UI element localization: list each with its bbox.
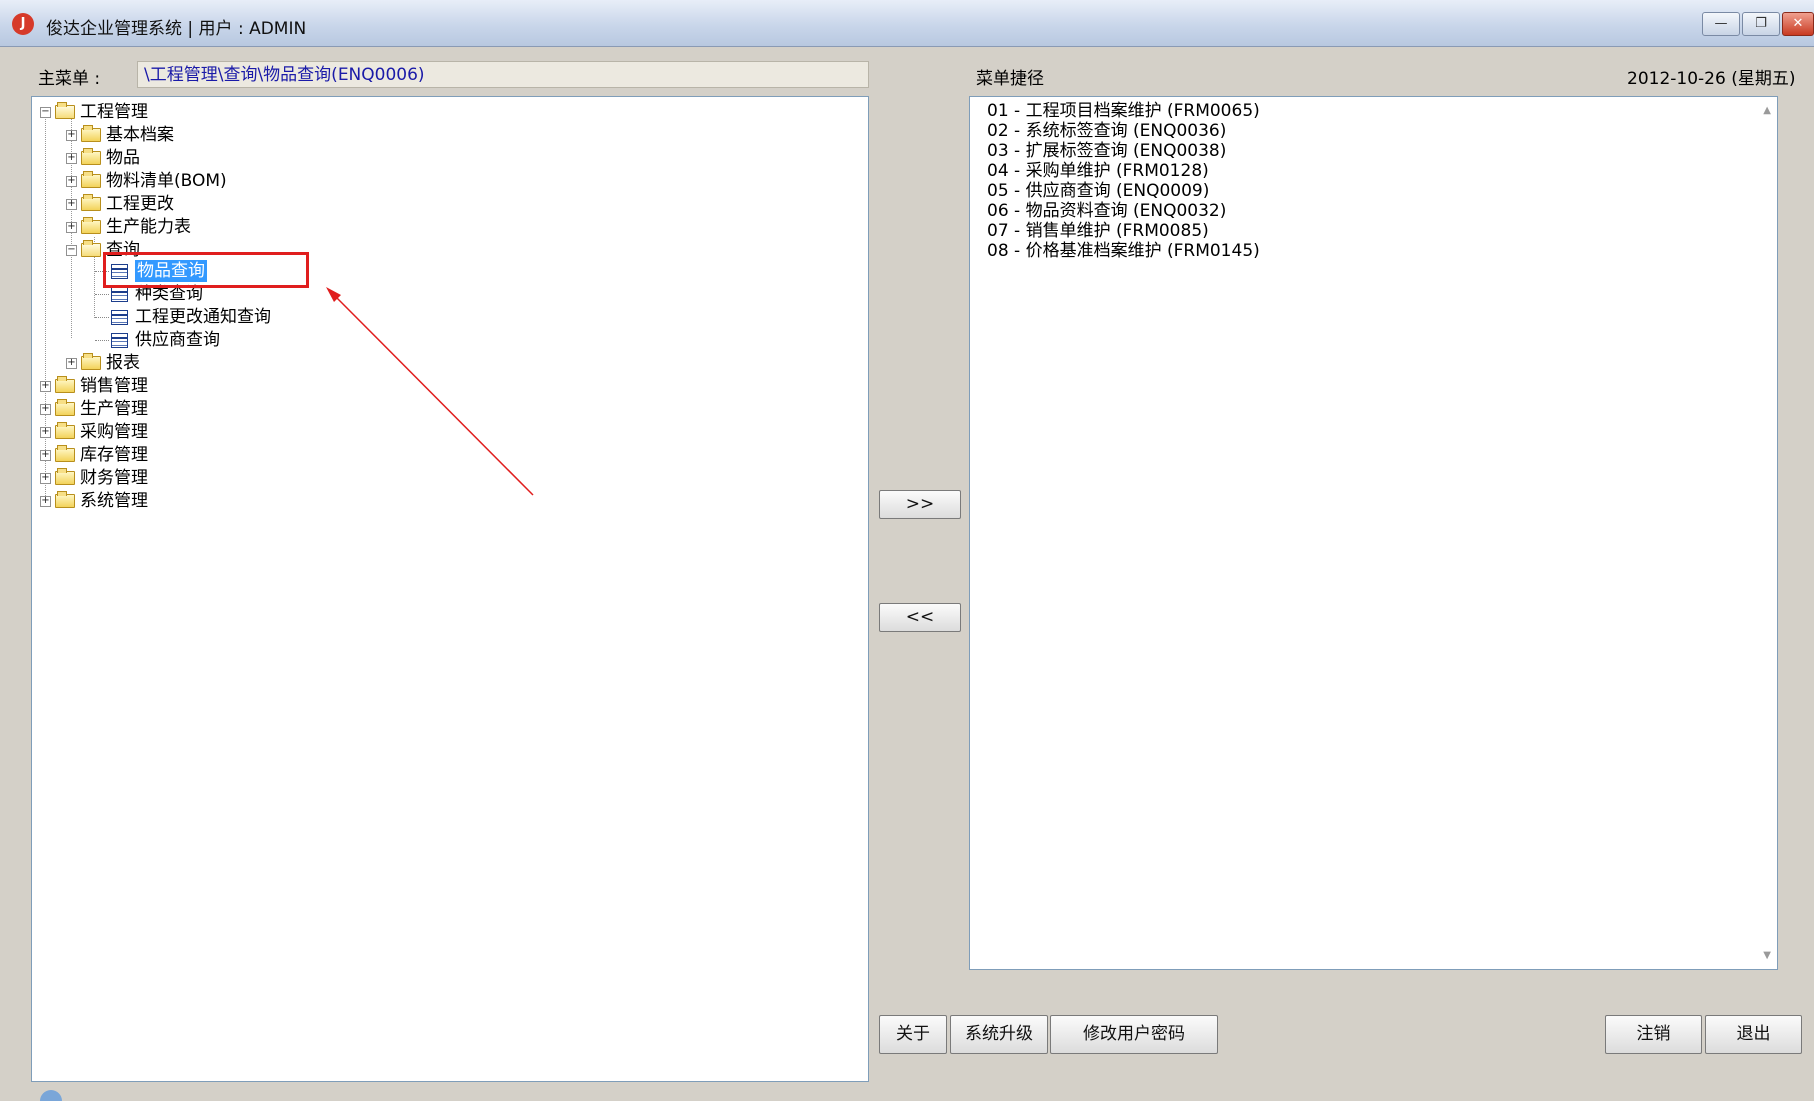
scroll-up-icon[interactable]: ▲ [1763, 105, 1771, 116]
shortcut-item[interactable]: 01 - 工程项目档案维护 (FRM0065) [987, 101, 1260, 121]
shortcut-list[interactable]: 01 - 工程项目档案维护 (FRM0065) 02 - 系统标签查询 (ENQ… [969, 96, 1778, 970]
logout-button[interactable]: 注销 [1605, 1015, 1702, 1054]
system-upgrade-button[interactable]: 系统升级 [950, 1015, 1048, 1054]
shortcut-item[interactable]: 04 - 采购单维护 (FRM0128) [987, 161, 1209, 181]
change-password-button[interactable]: 修改用户密码 [1050, 1015, 1218, 1054]
shortcut-item[interactable]: 07 - 销售单维护 (FRM0085) [987, 221, 1209, 241]
add-shortcut-button[interactable]: >> [879, 490, 961, 519]
date-label: 2012-10-26 (星期五) [1627, 69, 1796, 89]
shortcut-item[interactable]: 06 - 物品资料查询 (ENQ0032) [987, 201, 1226, 221]
shortcut-item[interactable]: 02 - 系统标签查询 (ENQ0036) [987, 121, 1226, 141]
scroll-down-icon[interactable]: ▼ [1763, 950, 1771, 961]
remove-shortcut-button[interactable]: << [879, 603, 961, 632]
shortcut-item[interactable]: 08 - 价格基准档案维护 (FRM0145) [987, 241, 1260, 261]
about-button[interactable]: 关于 [879, 1015, 947, 1054]
shortcut-item[interactable]: 05 - 供应商查询 (ENQ0009) [987, 181, 1209, 201]
exit-button[interactable]: 退出 [1705, 1015, 1802, 1054]
shortcut-item[interactable]: 03 - 扩展标签查询 (ENQ0038) [987, 141, 1226, 161]
shortcut-label: 菜单捷径 [976, 69, 1044, 89]
